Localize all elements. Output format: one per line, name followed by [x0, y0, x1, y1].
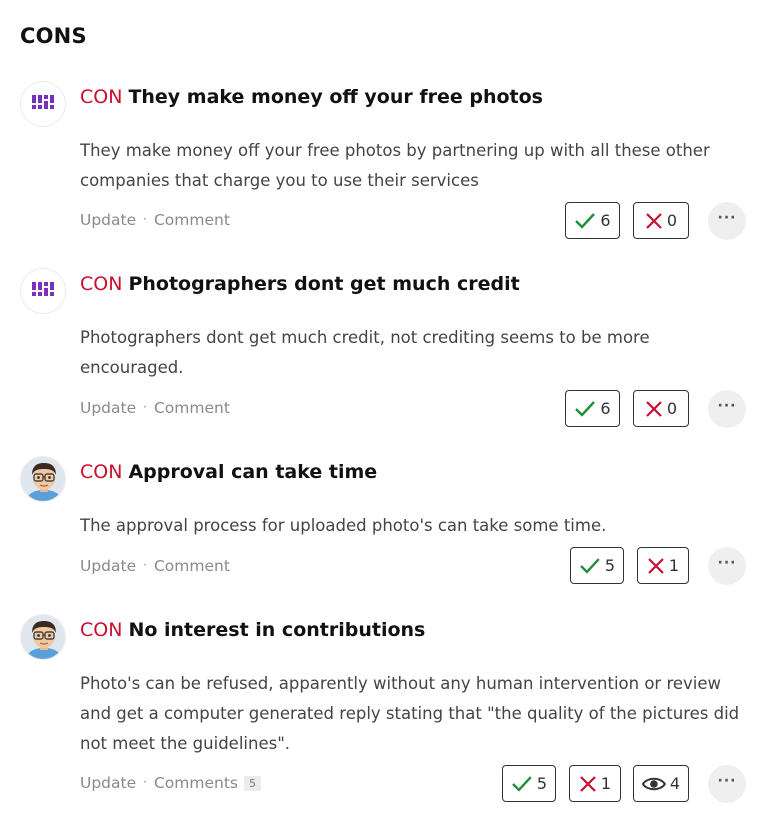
con-title: Approval can take time [128, 461, 378, 483]
x-icon [646, 212, 662, 229]
item-actions: Update · Comment [80, 557, 230, 575]
con-tag: CON [80, 461, 123, 483]
comment-link[interactable]: Comment [154, 211, 230, 229]
check-icon [575, 212, 596, 229]
more-options-button[interactable]: ··· [708, 765, 746, 803]
ellipsis-icon: ··· [717, 555, 737, 571]
comment-count-badge: 5 [244, 776, 261, 791]
con-headline[interactable]: CON No interest in contributions [80, 619, 425, 641]
update-link[interactable]: Update [80, 399, 136, 417]
comments-link[interactable]: Comments [154, 774, 238, 792]
ellipsis-icon: ··· [717, 398, 737, 414]
con-headline[interactable]: CON Approval can take time [80, 461, 377, 483]
logo-avatar[interactable] [20, 268, 66, 314]
con-title: No interest in contributions [128, 619, 426, 641]
user-avatar[interactable] [20, 614, 66, 660]
item-actions: Update · Comment [80, 211, 230, 229]
section-title: CONS [20, 24, 87, 48]
disagree-count: 1 [668, 556, 680, 575]
update-link[interactable]: Update [80, 557, 136, 575]
disagree-count: 0 [666, 211, 678, 230]
con-body: Photo's can be refused, apparently witho… [80, 674, 740, 753]
more-options-button[interactable]: ··· [708, 202, 746, 240]
agree-button[interactable]: 5 [570, 547, 624, 584]
agree-count: 6 [600, 399, 611, 418]
agree-button[interactable]: 6 [565, 202, 620, 239]
ellipsis-icon: ··· [717, 210, 737, 226]
con-tag: CON [80, 619, 123, 641]
con-headline[interactable]: CON Photographers dont get much credit [80, 273, 520, 295]
disagree-button[interactable]: 0 [633, 202, 689, 239]
disagree-count: 0 [666, 399, 678, 418]
x-icon [646, 400, 662, 417]
con-tag: CON [80, 273, 123, 295]
user-avatar[interactable] [20, 456, 66, 502]
views-button[interactable]: 4 [633, 765, 689, 802]
con-body: The approval process for uploaded photo'… [80, 516, 607, 535]
comment-link[interactable]: Comment [154, 557, 230, 575]
comment-link[interactable]: Comment [154, 399, 230, 417]
disagree-button[interactable]: 1 [569, 765, 621, 802]
agree-count: 5 [536, 774, 547, 793]
update-link[interactable]: Update [80, 774, 136, 792]
item-actions: Update · Comments 5 [80, 774, 261, 792]
more-options-button[interactable]: ··· [708, 390, 746, 428]
item-actions: Update · Comment [80, 399, 230, 417]
views-count: 4 [669, 774, 680, 793]
separator-dot: · [143, 558, 147, 572]
separator-dot: · [143, 212, 147, 226]
disagree-button[interactable]: 1 [637, 547, 689, 584]
separator-dot: · [143, 400, 147, 414]
con-headline[interactable]: CON They make money off your free photos [80, 86, 543, 108]
con-title: Photographers dont get much credit [128, 273, 520, 295]
agree-button[interactable]: 5 [502, 765, 556, 802]
check-icon [512, 775, 532, 792]
update-link[interactable]: Update [80, 211, 136, 229]
agree-button[interactable]: 6 [565, 390, 620, 427]
con-body: They make money off your free photos by … [80, 141, 710, 190]
check-icon [580, 557, 600, 574]
more-options-button[interactable]: ··· [708, 547, 746, 585]
logo-avatar[interactable] [20, 81, 66, 127]
agree-count: 6 [600, 211, 611, 230]
disagree-count: 1 [600, 774, 612, 793]
check-icon [575, 400, 596, 417]
agree-count: 5 [604, 556, 615, 575]
disagree-button[interactable]: 0 [633, 390, 689, 427]
x-icon [580, 775, 596, 792]
separator-dot: · [143, 775, 147, 789]
con-tag: CON [80, 86, 123, 108]
eye-icon [642, 777, 666, 790]
ellipsis-icon: ··· [717, 773, 737, 789]
con-title: They make money off your free photos [128, 86, 543, 108]
con-body: Photographers dont get much credit, not … [80, 328, 650, 377]
x-icon [648, 557, 664, 574]
